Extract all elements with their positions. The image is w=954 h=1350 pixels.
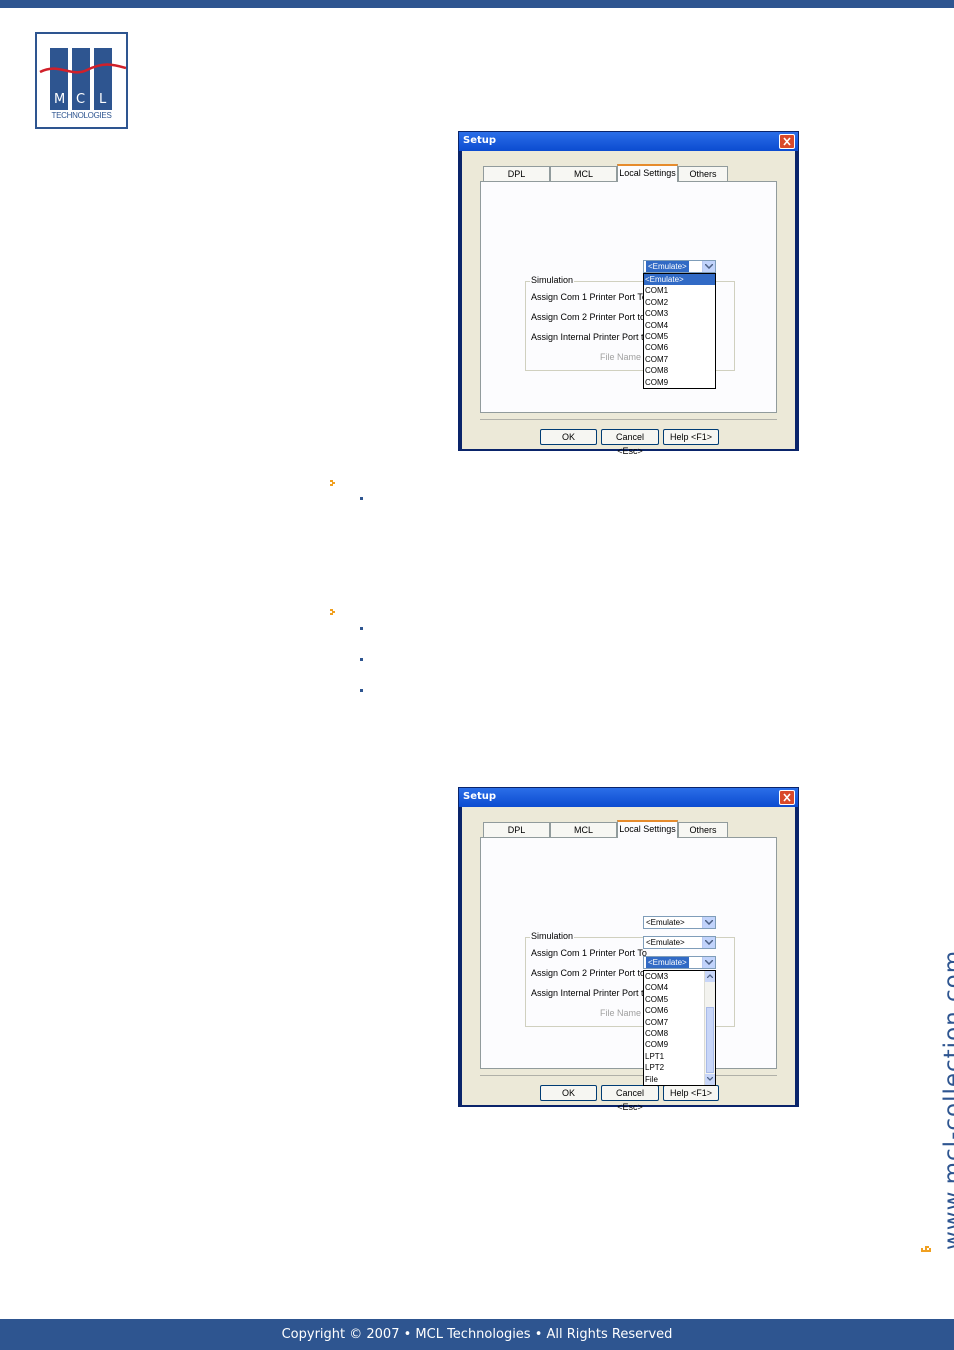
blue-square-bullet-icon — [360, 689, 363, 692]
divider — [480, 1075, 777, 1076]
internal-port-select[interactable]: <Emulate> — [643, 956, 716, 969]
chevron-down-icon — [707, 1077, 713, 1081]
scroll-up-button[interactable] — [705, 971, 715, 982]
orange-arrow-bullet-icon — [330, 480, 335, 486]
tab-dpl-connection[interactable]: DPL Connection — [483, 822, 550, 850]
mcl-logo: M C L TECHNOLOGIES — [35, 32, 128, 129]
dropdown-option[interactable]: COM1 — [644, 285, 715, 296]
dialog-title: Setup — [463, 791, 497, 802]
com1-port-select[interactable]: <Emulate> — [643, 260, 716, 273]
logo-letter: L — [99, 92, 107, 107]
close-button[interactable] — [779, 134, 795, 149]
chevron-down-icon[interactable] — [702, 917, 715, 928]
footer: Copyright © 2007 • MCL Technologies • Al… — [0, 1319, 954, 1350]
close-icon — [783, 793, 791, 802]
side-url: www.mcl-collection.com — [902, 870, 954, 1260]
com2-port-select[interactable]: <Emulate> — [643, 936, 716, 949]
cancel-button[interactable]: Cancel <Esc> — [601, 429, 659, 456]
file-name-label: File Name — [600, 352, 642, 362]
dialog-title: Setup — [463, 135, 497, 146]
tab-dpl-connection[interactable]: DPL Connection — [483, 166, 550, 194]
close-icon — [783, 137, 791, 146]
ok-button[interactable]: OK — [540, 1085, 597, 1101]
tab-panel: Simulation Assign Com 1 Printer Port To … — [480, 837, 777, 1069]
dialog-body: DPL Connection MCL Connection Local Sett… — [462, 151, 795, 456]
com1-port-select[interactable]: <Emulate> — [643, 916, 716, 929]
dropdown-option[interactable]: COM8 — [644, 365, 715, 376]
file-name-label: File Name — [600, 1008, 642, 1018]
top-bar — [0, 0, 954, 8]
orange-arrow-icon — [921, 1246, 931, 1252]
dropdown-option[interactable]: COM5 — [644, 331, 715, 342]
dialog-titlebar[interactable]: Setup — [459, 788, 798, 807]
dropdown-option[interactable]: COM2 — [644, 297, 715, 308]
copyright-text: Copyright © 2007 • MCL Technologies • Al… — [281, 1327, 673, 1342]
logo-letter: M — [54, 92, 66, 107]
scroll-down-button[interactable] — [705, 1074, 715, 1085]
tab-others[interactable]: Others — [678, 822, 728, 837]
help-button[interactable]: Help <F1> — [663, 429, 719, 445]
tab-local-settings[interactable]: Local Settings — [617, 820, 678, 838]
group-label: Simulation — [530, 931, 575, 941]
dropdown-option[interactable]: COM3 — [644, 308, 715, 319]
divider — [480, 419, 777, 420]
close-button[interactable] — [779, 790, 795, 805]
dialog-body: DPL Connection MCL Connection Local Sett… — [462, 807, 795, 1112]
dialog-titlebar[interactable]: Setup — [459, 132, 798, 151]
dropdown-option[interactable]: COM6 — [644, 342, 715, 353]
setup-dialog: Setup DPL Connection MCL Connection Loca… — [458, 131, 799, 456]
com1-label: Assign Com 1 Printer Port To — [531, 948, 647, 958]
com2-label: Assign Com 2 Printer Port to — [531, 312, 646, 322]
ok-button[interactable]: OK — [540, 429, 597, 445]
chevron-down-icon[interactable] — [702, 261, 715, 272]
dropdown-option[interactable]: COM4 — [644, 320, 715, 331]
com1-port-value: <Emulate> — [646, 261, 689, 272]
scroll-thumb[interactable] — [706, 1007, 714, 1073]
chevron-down-icon[interactable] — [702, 937, 715, 948]
logo-letter: C — [76, 92, 86, 107]
tab-local-settings[interactable]: Local Settings — [617, 164, 678, 182]
website-url[interactable]: www.mcl-collection.com — [940, 950, 954, 1250]
internal-port-value: <Emulate> — [646, 957, 689, 968]
internal-port-dropdown: COM3 COM4 COM5 COM6 COM7 COM8 COM9 LPT1 … — [643, 970, 716, 1086]
tab-mcl-connection[interactable]: MCL Connection — [550, 166, 617, 194]
internal-port-label: Assign Internal Printer Port to — [531, 332, 649, 342]
com2-port-value: <Emulate> — [646, 938, 685, 947]
logo-subtitle: TECHNOLOGIES — [51, 111, 112, 120]
internal-port-label: Assign Internal Printer Port to — [531, 988, 649, 998]
dropdown-option[interactable]: COM9 — [644, 377, 715, 388]
tab-mcl-connection[interactable]: MCL Connection — [550, 822, 617, 850]
chevron-up-icon — [707, 974, 713, 978]
com1-label: Assign Com 1 Printer Port To — [531, 292, 647, 302]
com1-port-dropdown: <Emulate> COM1 COM2 COM3 COM4 COM5 COM6 … — [643, 273, 716, 389]
dropdown-option[interactable]: COM7 — [644, 354, 715, 365]
com2-label: Assign Com 2 Printer Port to — [531, 968, 646, 978]
blue-square-bullet-icon — [360, 627, 363, 630]
blue-square-bullet-icon — [360, 658, 363, 661]
com1-port-value: <Emulate> — [646, 918, 685, 927]
help-button[interactable]: Help <F1> — [663, 1085, 719, 1101]
orange-arrow-bullet-icon — [330, 609, 335, 615]
tab-others[interactable]: Others — [678, 166, 728, 181]
blue-square-bullet-icon — [360, 497, 363, 500]
cancel-button[interactable]: Cancel <Esc> — [601, 1085, 659, 1112]
group-label: Simulation — [530, 275, 575, 285]
setup-dialog: Setup DPL Connection MCL Connection Loca… — [458, 787, 799, 1112]
tab-panel: Simulation Assign Com 1 Printer Port To … — [480, 181, 777, 413]
dropdown-scrollbar[interactable] — [704, 971, 715, 1085]
dropdown-option[interactable]: <Emulate> — [644, 274, 715, 286]
chevron-down-icon[interactable] — [702, 957, 715, 968]
